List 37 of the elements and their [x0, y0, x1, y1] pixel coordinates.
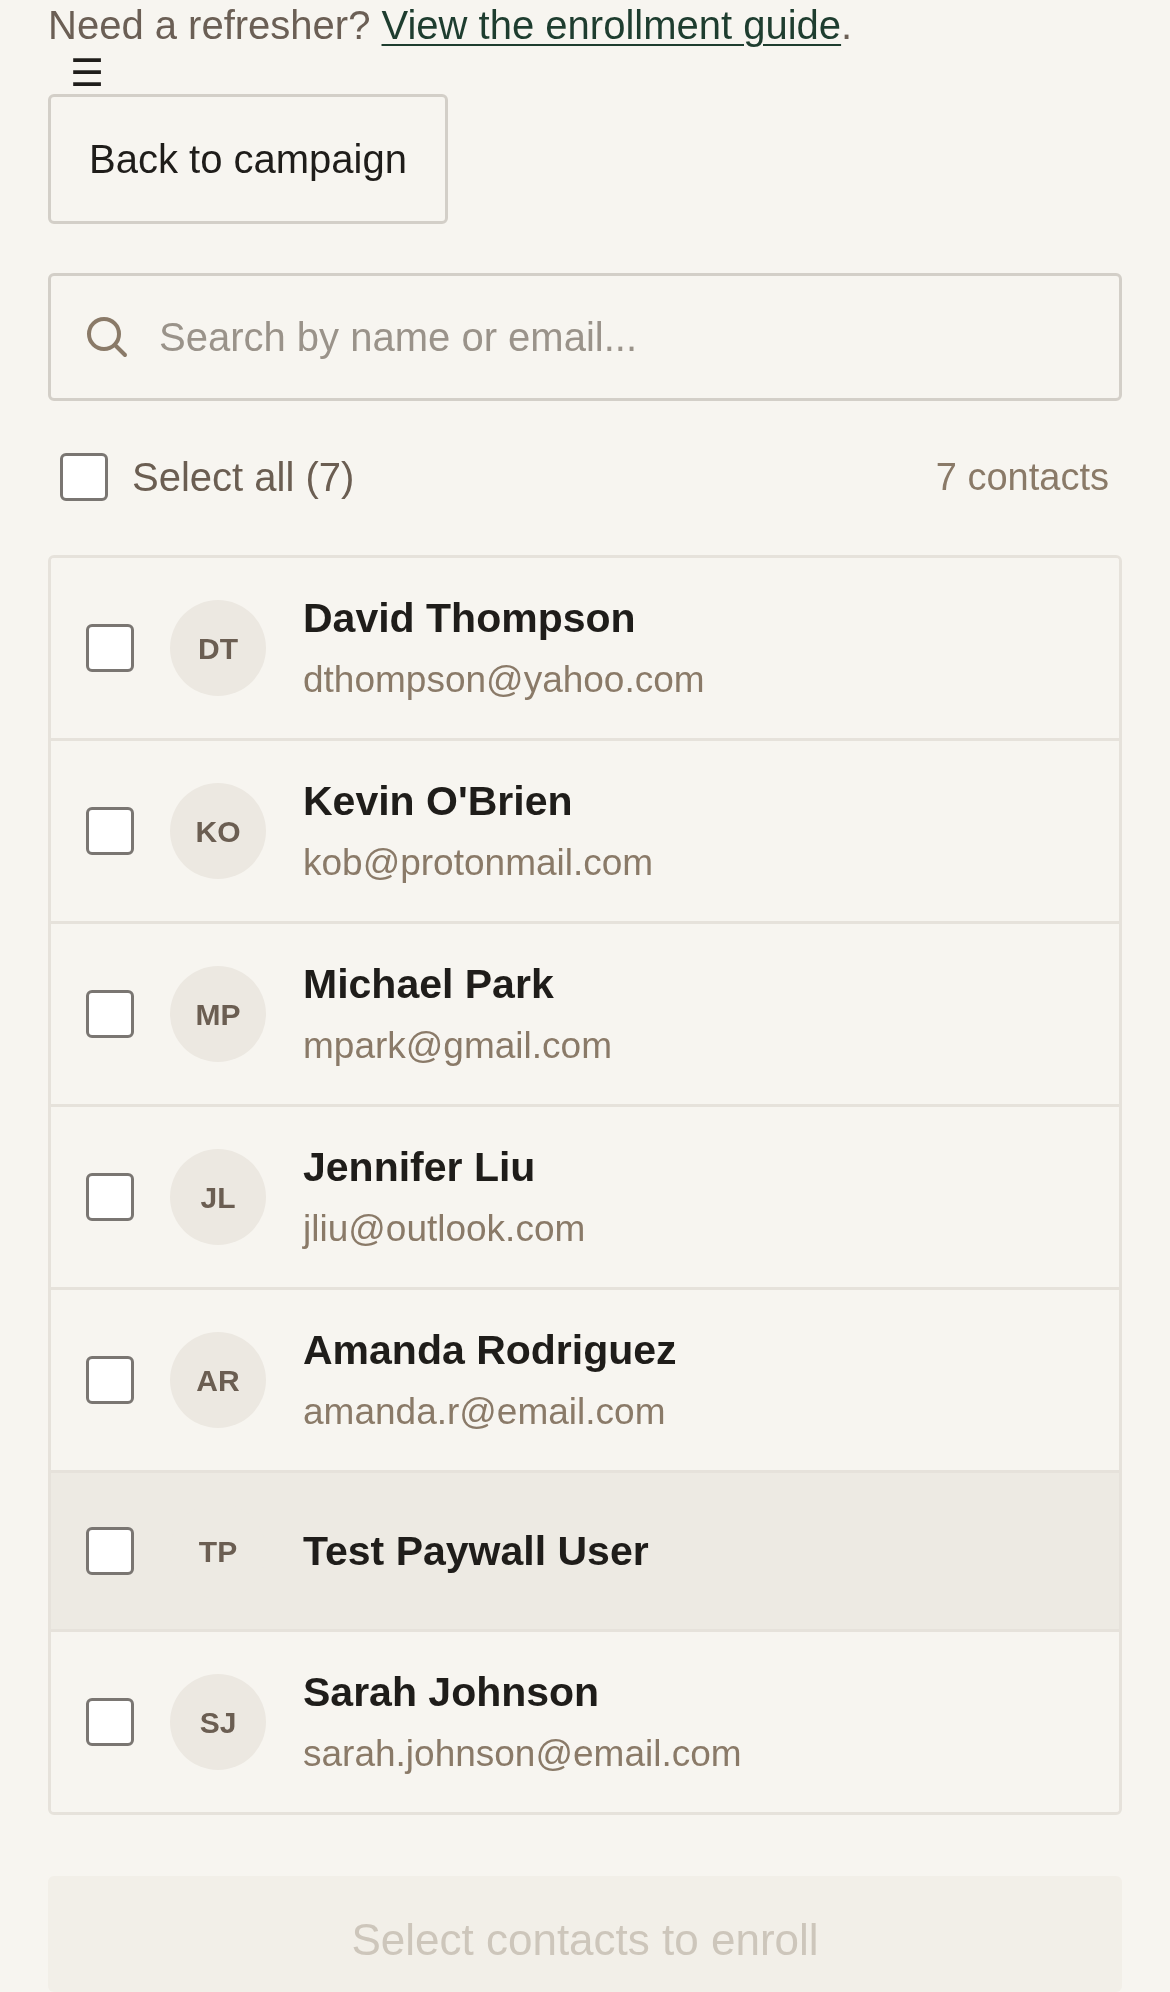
- contact-email: sarah.johnson@email.com: [303, 1732, 742, 1776]
- contact-email: dthompson@yahoo.com: [303, 658, 705, 702]
- contact-email: kob@protonmail.com: [303, 841, 654, 885]
- search-field[interactable]: Search by name or email...: [48, 273, 1122, 401]
- help-text: Need a refresher? View the enrollment guide.: [48, 2, 854, 49]
- avatar-initials: JL: [170, 1149, 266, 1245]
- menu-button[interactable]: ☰: [70, 54, 105, 92]
- back-button[interactable]: Back to campaign: [48, 94, 448, 224]
- contact-name: Amanda Rodriguez: [303, 1326, 677, 1375]
- contact-row[interactable]: TP Test Paywall User: [51, 1473, 1119, 1632]
- avatar-initials: DT: [170, 600, 266, 696]
- select-all-checkbox[interactable]: [60, 453, 108, 501]
- contact-checkbox[interactable]: [86, 990, 134, 1038]
- contact-name: Michael Park: [303, 960, 555, 1009]
- contact-email: jliu@outlook.com: [303, 1207, 586, 1251]
- contact-name: Kevin O'Brien: [303, 777, 574, 826]
- contact-checkbox[interactable]: [86, 1527, 134, 1575]
- select-all-label[interactable]: Select all (7): [132, 447, 355, 507]
- avatar-initials: SJ: [170, 1674, 266, 1770]
- enrollment-guide-link[interactable]: View the enrollment guide: [381, 3, 842, 47]
- contact-checkbox[interactable]: [86, 1356, 134, 1404]
- avatar-initials: AR: [170, 1332, 266, 1428]
- contact-name: Sarah Johnson: [303, 1668, 601, 1717]
- contact-checkbox[interactable]: [86, 1173, 134, 1221]
- contact-name: David Thompson: [303, 594, 637, 643]
- contact-checkbox[interactable]: [86, 1698, 134, 1746]
- contact-name: Test Paywall User: [303, 1527, 649, 1576]
- contact-name: Jennifer Liu: [303, 1143, 537, 1192]
- contact-checkbox[interactable]: [86, 807, 134, 855]
- search-icon: [86, 316, 128, 358]
- contact-count: 7 contacts: [935, 454, 1109, 500]
- contact-row[interactable]: DT David Thompson dthompson@yahoo.com: [51, 558, 1119, 741]
- avatar-initials: KO: [170, 783, 266, 879]
- contact-checkbox[interactable]: [86, 624, 134, 672]
- avatar-initials: MP: [170, 966, 266, 1062]
- contact-email: amanda.r@email.com: [303, 1390, 667, 1434]
- contact-email: mpark@gmail.com: [303, 1024, 612, 1068]
